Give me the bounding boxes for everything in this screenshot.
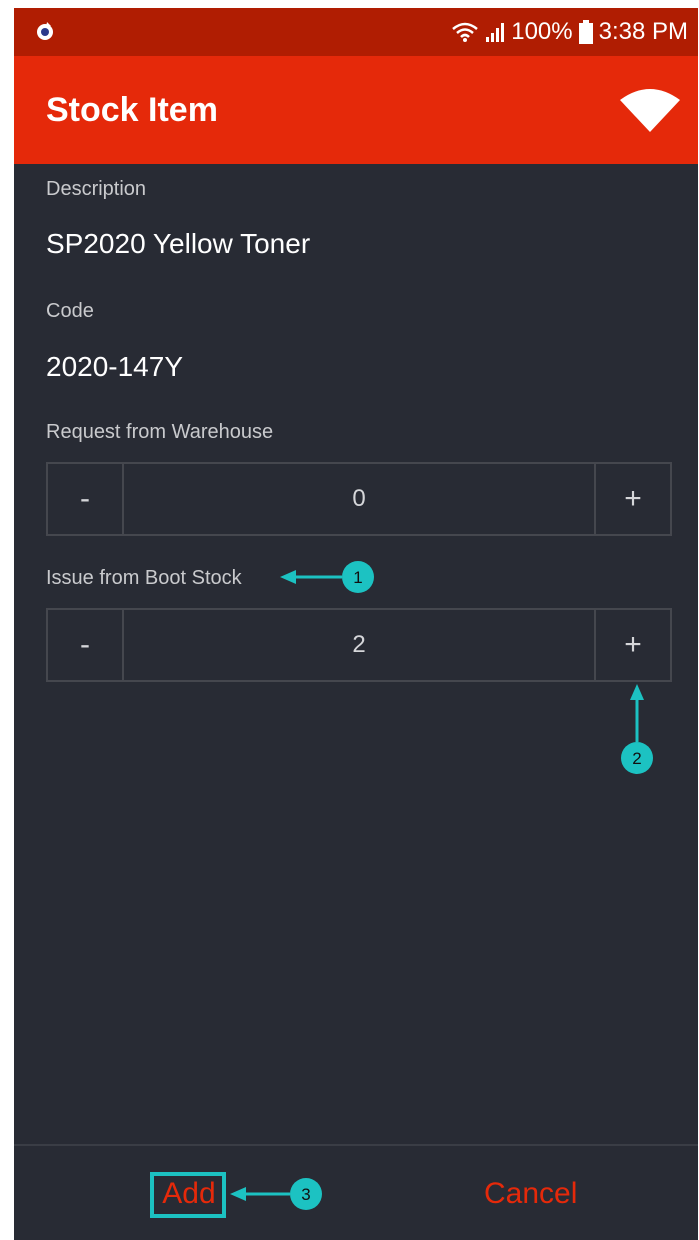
footer-actions: Add Cancel [14, 1144, 698, 1240]
code-value: 2020-147Y [46, 351, 184, 382]
status-time: 3:38 PM [598, 18, 688, 45]
app-screen: 100% 3:38 PM Stock Item Description SP20… [14, 8, 698, 1240]
app-notification-icon [37, 22, 53, 40]
request-decrement-button[interactable]: - [48, 464, 124, 534]
request-increment-button[interactable]: + [594, 464, 670, 534]
request-quantity-field[interactable]: 0 [124, 464, 594, 534]
request-from-warehouse-label: Request from Warehouse [46, 421, 274, 443]
issue-from-boot-stock-label: Issue from Boot Stock [46, 567, 242, 589]
issue-decrement-button[interactable]: - [48, 610, 124, 680]
battery-icon [578, 20, 593, 44]
status-indicators: 100% 3:38 PM [451, 8, 688, 56]
wifi-icon[interactable] [620, 86, 680, 132]
description-value: SP2020 Yellow Toner [46, 228, 311, 259]
app-bar: Stock Item [14, 56, 698, 164]
request-from-warehouse-stepper: - 0 + [46, 462, 672, 536]
page-title: Stock Item [46, 91, 218, 129]
wifi-signal-icon [452, 22, 479, 42]
issue-quantity-field[interactable]: 2 [124, 610, 594, 680]
cancel-button[interactable]: Cancel [484, 1146, 577, 1240]
add-button[interactable]: Add [154, 1146, 224, 1240]
cell-signal-icon [486, 23, 505, 42]
battery-percentage: 100% [511, 18, 573, 45]
description-label: Description [46, 178, 147, 200]
issue-increment-button[interactable]: + [594, 610, 670, 680]
status-bar: 100% 3:38 PM [14, 8, 698, 56]
issue-from-boot-stock-stepper: - 2 + [46, 608, 672, 682]
code-label: Code [46, 300, 94, 322]
